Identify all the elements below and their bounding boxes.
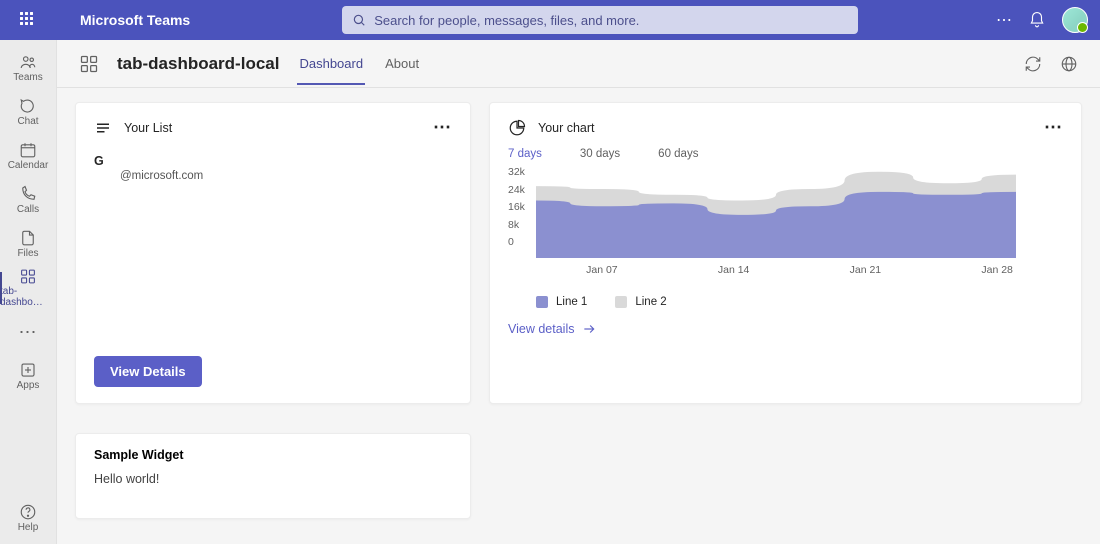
card-title: Your List — [124, 121, 172, 135]
rail-item-calendar[interactable]: Calendar — [0, 136, 56, 176]
dashboard-icon — [19, 268, 37, 285]
rail-label: Teams — [13, 72, 42, 83]
list-row: G @microsoft.com — [94, 154, 452, 182]
tab-header: tab-dashboard-local Dashboard About — [57, 40, 1100, 88]
x-tick: Jan 14 — [718, 264, 750, 276]
chart-card: Your chart ⋯ 7 days 30 days 60 days 32k … — [489, 102, 1082, 404]
card-more-icon[interactable]: ⋯ — [1044, 117, 1063, 138]
swatch-line1 — [536, 296, 548, 308]
bell-icon[interactable] — [1028, 11, 1046, 29]
main-area: tab-dashboard-local Dashboard About Your… — [57, 40, 1100, 544]
rail-label: Help — [18, 522, 39, 533]
list-primary: G — [94, 154, 452, 168]
chat-icon — [19, 97, 37, 115]
rail-label: Chat — [17, 116, 38, 127]
y-tick: 32k — [508, 166, 525, 178]
card-more-icon[interactable]: ⋯ — [433, 117, 452, 138]
help-icon — [19, 503, 37, 521]
range-7-days[interactable]: 7 days — [508, 148, 542, 160]
search-icon — [352, 13, 366, 27]
legend-line1: Line 1 — [536, 296, 587, 308]
rail-more[interactable]: ⋯ — [0, 312, 56, 352]
rail-label: tab-dashbo… — [0, 286, 56, 308]
x-tick: Jan 28 — [981, 264, 1013, 276]
search-placeholder: Search for people, messages, files, and … — [374, 13, 639, 28]
legend-line2: Line 2 — [615, 296, 666, 308]
brand-label: Microsoft Teams — [80, 12, 190, 28]
chart-legend: Line 1 Line 2 — [536, 296, 1063, 308]
rail-item-files[interactable]: Files — [0, 224, 56, 264]
content-grid: Your List ⋯ G @microsoft.com View Detail… — [57, 88, 1100, 544]
top-bar: Microsoft Teams Search for people, messa… — [0, 0, 1100, 40]
list-card: Your List ⋯ G @microsoft.com View Detail… — [75, 102, 471, 404]
avatar[interactable] — [1062, 7, 1088, 33]
files-icon — [19, 229, 37, 247]
refresh-icon[interactable] — [1024, 55, 1042, 73]
sample-widget-card: Sample Widget Hello world! — [75, 433, 471, 519]
apps-add-icon — [19, 361, 37, 379]
pie-chart-icon — [508, 119, 526, 137]
list-secondary: @microsoft.com — [94, 170, 452, 182]
y-tick: 0 — [508, 236, 525, 248]
legend-label: Line 1 — [556, 296, 587, 308]
teams-icon — [19, 53, 37, 71]
calendar-icon — [19, 141, 37, 159]
x-tick: Jan 21 — [850, 264, 882, 276]
y-tick: 8k — [508, 219, 525, 231]
card-title: Your chart — [538, 121, 595, 135]
rail-label: Calls — [17, 204, 39, 215]
rail-label: Calendar — [8, 160, 49, 171]
rail-item-apps[interactable]: Apps — [0, 356, 56, 396]
tab-app-icon — [79, 54, 99, 74]
more-icon: ⋯ — [19, 323, 38, 341]
range-60-days[interactable]: 60 days — [658, 148, 698, 160]
search-wrap: Search for people, messages, files, and … — [342, 6, 858, 34]
tab-dashboard[interactable]: Dashboard — [297, 42, 365, 85]
sample-widget-title: Sample Widget — [94, 448, 452, 462]
search-input[interactable]: Search for people, messages, files, and … — [342, 6, 858, 34]
app-launcher-icon[interactable] — [20, 12, 36, 28]
link-label: View details — [508, 322, 574, 336]
rail-item-tab-dashboard[interactable]: tab-dashbo… — [0, 268, 56, 308]
rail-item-teams[interactable]: Teams — [0, 48, 56, 88]
chart-range-tabs: 7 days 30 days 60 days — [490, 148, 1081, 166]
app-rail: Teams Chat Calendar Calls Files tab-dash… — [0, 40, 57, 544]
rail-label: Files — [17, 248, 38, 259]
chart-x-axis: Jan 07 Jan 14 Jan 21 Jan 28 — [536, 264, 1063, 276]
x-tick: Jan 07 — [586, 264, 618, 276]
list-icon — [94, 119, 112, 137]
chart-svg — [536, 166, 1016, 258]
tab-about[interactable]: About — [383, 42, 421, 85]
chart-y-axis: 32k 24k 16k 8k 0 — [508, 166, 525, 248]
rail-item-calls[interactable]: Calls — [0, 180, 56, 220]
view-details-button[interactable]: View Details — [94, 356, 202, 387]
view-details-link[interactable]: View details — [490, 308, 1081, 350]
globe-icon[interactable] — [1060, 55, 1078, 73]
range-30-days[interactable]: 30 days — [580, 148, 620, 160]
y-tick: 16k — [508, 201, 525, 213]
rail-label: Apps — [17, 380, 40, 391]
rail-item-help[interactable]: Help — [0, 498, 56, 538]
chart-area: 32k 24k 16k 8k 0 Jan 07 Jan 14 Jan 21 Ja… — [490, 166, 1081, 308]
rail-item-chat[interactable]: Chat — [0, 92, 56, 132]
legend-label: Line 2 — [635, 296, 666, 308]
swatch-line2 — [615, 296, 627, 308]
arrow-right-icon — [582, 322, 596, 336]
tab-title: tab-dashboard-local — [117, 54, 279, 74]
sample-widget-body: Hello world! — [94, 472, 452, 486]
more-icon[interactable]: ⋯ — [996, 10, 1012, 30]
calls-icon — [19, 185, 37, 203]
y-tick: 24k — [508, 184, 525, 196]
